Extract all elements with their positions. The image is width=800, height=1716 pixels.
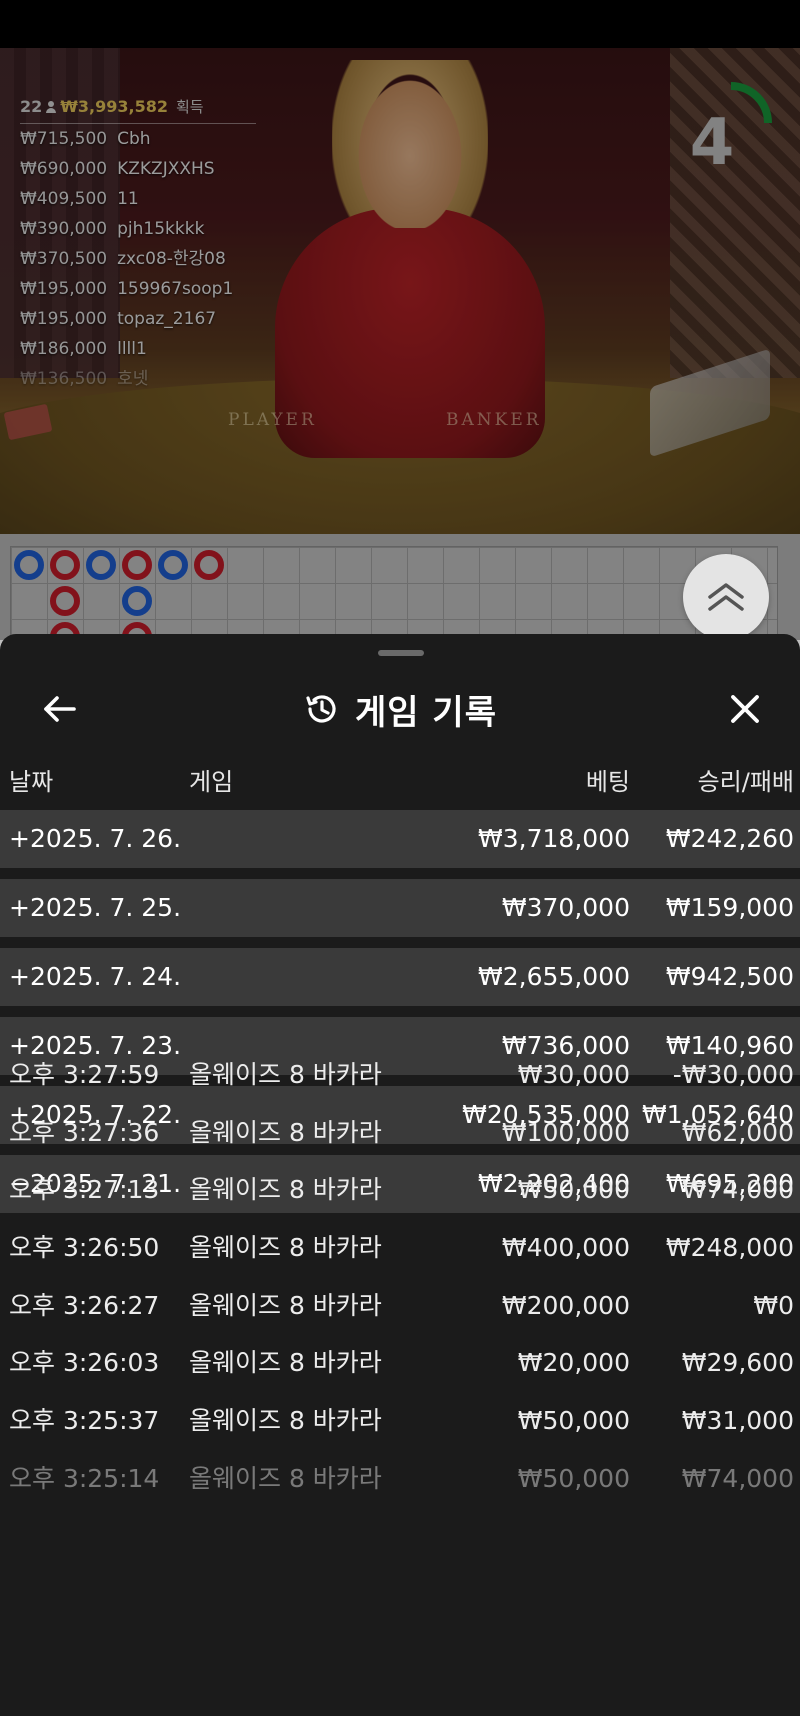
session-bet: ₩50,000 (517, 1406, 630, 1436)
session-win-loss: ₩0 (753, 1290, 794, 1320)
session-rows: 오후 3:27:59 올웨이즈 8 바카라 ₩30,000 -₩30,000 오후 3:… (0, 1046, 800, 1508)
day-win-loss: ₩159,000 (665, 893, 794, 922)
session-win-loss: ₩31,000 (681, 1406, 794, 1436)
session-game: 올웨이즈 8 바카라 (189, 1117, 382, 1147)
dim-overlay (0, 0, 800, 640)
column-game: 게임 (189, 768, 234, 796)
day-bet: ₩370,000 (501, 893, 630, 922)
session-row[interactable]: 오후 3:26:27 올웨이즈 8 바카라 ₩200,000 ₩0 (0, 1277, 800, 1335)
column-date: 날짜 (9, 768, 54, 796)
panel-header: 게임 기록 (0, 674, 800, 744)
session-bet: ₩50,000 (517, 1463, 630, 1493)
session-win-loss: ₩29,600 (681, 1348, 794, 1378)
arrow-left-icon (44, 696, 76, 722)
session-bet: ₩50,000 (517, 1175, 630, 1205)
drag-handle[interactable] (378, 650, 424, 656)
session-bet: ₩200,000 (501, 1290, 630, 1320)
close-icon (731, 695, 759, 723)
day-date: +2025. 7. 25. (9, 893, 182, 922)
column-win-loss: 승리/패배 (697, 768, 794, 796)
session-game: 올웨이즈 8 바카라 (189, 1463, 382, 1493)
session-game: 올웨이즈 8 바카라 (189, 1348, 382, 1378)
day-row[interactable]: +2025. 7. 24. ₩2,655,000 ₩942,500 (0, 948, 800, 1006)
column-headers: 날짜 게임 베팅 승리/패배 (0, 762, 800, 798)
session-time: 오후 3:26:50 (9, 1233, 160, 1263)
session-time: 오후 3:27:13 (9, 1175, 160, 1205)
session-bet: ₩30,000 (517, 1060, 630, 1089)
session-time: 오후 3:25:14 (9, 1463, 160, 1493)
session-time: 오후 3:26:03 (9, 1348, 160, 1378)
day-win-loss: ₩242,260 (665, 824, 794, 853)
session-win-loss: -₩30,000 (672, 1060, 794, 1089)
day-bet: ₩2,655,000 (478, 962, 630, 991)
day-row[interactable]: +2025. 7. 25. ₩370,000 ₩159,000 (0, 879, 800, 937)
session-bet: ₩20,000 (517, 1348, 630, 1378)
panel-title: 게임 기록 (355, 692, 497, 733)
session-row[interactable]: 오후 3:26:50 올웨이즈 8 바카라 ₩400,000 ₩248,000 (0, 1219, 800, 1277)
history-icon (306, 695, 336, 723)
session-time: 오후 3:26:27 (9, 1290, 160, 1320)
session-win-loss: ₩248,000 (665, 1233, 794, 1263)
session-row[interactable]: 오후 3:27:59 올웨이즈 8 바카라 ₩30,000 -₩30,000 (0, 1046, 800, 1104)
panel-title-group: 게임 기록 (0, 674, 800, 744)
session-win-loss: ₩62,000 (681, 1117, 794, 1147)
session-bet: ₩400,000 (501, 1233, 630, 1263)
session-row[interactable]: 오후 3:25:14 올웨이즈 8 바카라 ₩50,000 ₩74,000 (0, 1450, 800, 1508)
session-row[interactable]: 오후 3:27:36 올웨이즈 8 바카라 ₩100,000 ₩62,000 (0, 1104, 800, 1162)
day-win-loss: ₩942,500 (665, 962, 794, 991)
session-win-loss: ₩74,000 (681, 1463, 794, 1493)
session-row[interactable]: 오후 3:25:37 올웨이즈 8 바카라 ₩50,000 ₩31,000 (0, 1392, 800, 1450)
column-bet: 베팅 (585, 768, 630, 796)
session-game: 올웨이즈 8 바카라 (189, 1290, 382, 1320)
day-bet: ₩3,718,000 (478, 824, 630, 853)
day-date: +2025. 7. 24. (9, 962, 182, 991)
session-row[interactable]: 오후 3:27:13 올웨이즈 8 바카라 ₩50,000 ₩74,000 (0, 1161, 800, 1219)
session-game: 올웨이즈 8 바카라 (189, 1406, 382, 1436)
day-date: +2025. 7. 26. (9, 824, 182, 853)
expand-roadmap-button[interactable] (683, 554, 769, 640)
bottom-fade (0, 1600, 800, 1716)
day-row[interactable]: +2025. 7. 26. ₩3,718,000 ₩242,260 (0, 810, 800, 868)
chevron-up-double-icon (708, 583, 744, 611)
session-win-loss: ₩74,000 (681, 1175, 794, 1205)
session-row[interactable]: 오후 3:26:03 올웨이즈 8 바카라 ₩20,000 ₩29,600 (0, 1334, 800, 1392)
session-game: 올웨이즈 8 바카라 (189, 1233, 382, 1263)
session-time: 오후 3:25:37 (9, 1406, 160, 1436)
session-bet: ₩100,000 (501, 1117, 630, 1147)
session-game: 올웨이즈 8 바카라 (189, 1175, 382, 1205)
session-time: 오후 3:27:36 (9, 1117, 160, 1147)
session-time: 오후 3:27:59 (9, 1060, 160, 1089)
back-button[interactable] (34, 684, 84, 734)
close-button[interactable] (720, 684, 770, 734)
session-game: 올웨이즈 8 바카라 (189, 1060, 382, 1089)
